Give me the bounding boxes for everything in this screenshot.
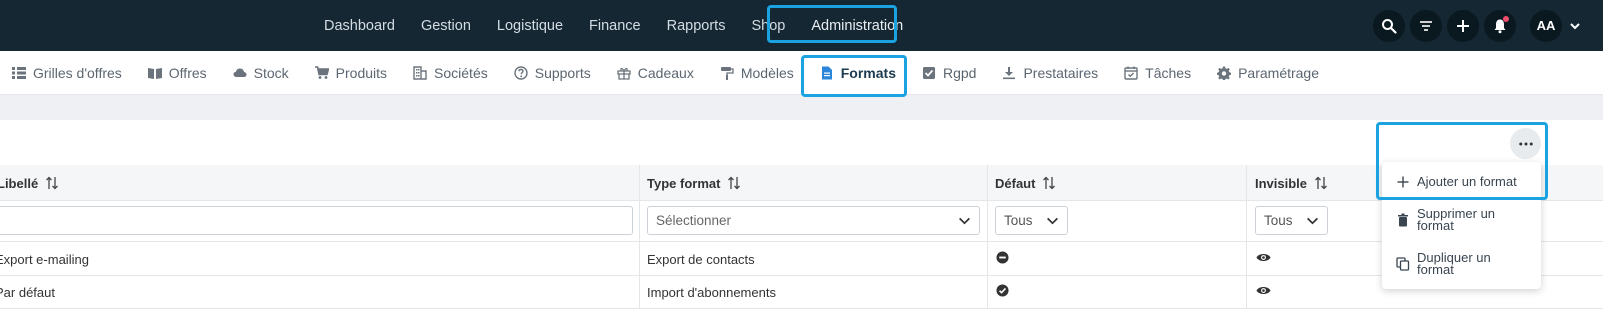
tab-cadeaux[interactable]: Cadeaux [617, 65, 694, 81]
sort-icon[interactable] [1042, 176, 1056, 190]
avatar[interactable]: AA [1530, 9, 1562, 42]
sort-icon[interactable] [45, 176, 59, 190]
cloud-icon [233, 68, 247, 77]
type-format-select[interactable]: Sélectionner [647, 206, 980, 235]
cell-libelle[interactable]: Export e-mailing [0, 252, 89, 267]
tab-label: Supports [534, 65, 591, 81]
sort-icon[interactable] [1314, 176, 1328, 190]
tab-label: Produits [335, 65, 388, 81]
column-header-invisible[interactable]: Invisible [1255, 165, 1328, 201]
tab-grilles-offres[interactable]: Grilles d'offres [12, 65, 122, 81]
cart-icon [314, 66, 329, 79]
gear-icon [1217, 66, 1232, 80]
top-actions: AA [1368, 0, 1603, 51]
plus-icon [1457, 19, 1469, 32]
calendar-check-icon [1124, 66, 1138, 80]
libelle-filter-input[interactable] [0, 206, 633, 235]
chevron-down-icon [959, 217, 970, 225]
tab-label: Rgpd [942, 65, 977, 81]
tab-prestataires[interactable]: Prestataires [1002, 65, 1098, 81]
filter-button[interactable] [1410, 9, 1442, 42]
tab-label: Modèles [740, 65, 794, 81]
tab-taches[interactable]: Tâches [1124, 65, 1191, 81]
building-icon [413, 66, 427, 80]
tab-stock[interactable]: Stock [233, 65, 289, 81]
tab-label: Sociétés [434, 65, 488, 81]
tab-offres[interactable]: Offres [147, 65, 207, 81]
tab-label: Paramétrage [1238, 65, 1320, 81]
column-header-libelle[interactable]: Libellé [0, 165, 59, 201]
column-divider [639, 165, 640, 309]
tab-label: Offres [168, 65, 207, 81]
nav-dashboard[interactable]: Dashboard [311, 18, 408, 34]
column-divider [987, 165, 988, 309]
add-button[interactable] [1447, 9, 1479, 42]
more-actions-highlight [1376, 122, 1548, 200]
tab-societes[interactable]: Sociétés [413, 65, 488, 81]
search-icon [1382, 18, 1397, 34]
cell-libelle[interactable]: Par défaut [0, 285, 55, 300]
row-divider [0, 308, 1603, 309]
delete-format-menu-item[interactable]: Supprimer un format [1382, 207, 1541, 233]
sort-icon[interactable] [727, 176, 741, 190]
eye-icon [1256, 253, 1271, 262]
check-square-icon [922, 67, 935, 79]
download-icon [1003, 67, 1016, 80]
trash-icon [1398, 213, 1408, 227]
defaut-select[interactable]: Tous [995, 206, 1068, 235]
tab-produits[interactable]: Produits [314, 65, 388, 81]
tab-label: Cadeaux [637, 65, 694, 81]
tab-supports[interactable]: Supports [514, 65, 591, 81]
table-header [0, 165, 1603, 201]
nav-rapports[interactable]: Rapports [654, 18, 739, 34]
grid-icon [12, 67, 26, 79]
cell-type-format: Export de contacts [647, 252, 755, 267]
search-button[interactable] [1373, 9, 1405, 42]
filter-icon [1420, 20, 1432, 31]
nav-finance[interactable]: Finance [576, 18, 654, 34]
chevron-down-icon [1307, 217, 1318, 225]
nav-logistique[interactable]: Logistique [484, 18, 576, 34]
notification-badge [1503, 15, 1509, 22]
notifications-button[interactable] [1484, 9, 1516, 42]
column-header-defaut[interactable]: Défaut [995, 165, 1056, 201]
tab-label: Prestataires [1023, 65, 1099, 81]
chevron-down-icon[interactable] [1569, 20, 1581, 32]
tab-modeles[interactable]: Modèles [720, 65, 794, 81]
duplicate-format-menu-item[interactable]: Dupliquer un format [1382, 251, 1541, 277]
invisible-select[interactable]: Tous [1255, 206, 1328, 235]
minus-circle-icon [996, 251, 1009, 264]
check-circle-icon [996, 284, 1009, 297]
help-circle-icon [514, 66, 528, 80]
subnav-items: Grilles d'offres Offres Stock Produits S… [12, 51, 1345, 95]
column-divider [1246, 165, 1247, 309]
tab-label: Stock [253, 65, 289, 81]
gift-icon [617, 67, 631, 80]
copy-icon [1396, 257, 1410, 271]
row-divider [0, 275, 1603, 276]
column-header-type-format[interactable]: Type format [647, 165, 741, 201]
tab-label: Tâches [1145, 65, 1192, 81]
nav-gestion[interactable]: Gestion [408, 18, 484, 34]
paint-roller-icon [720, 67, 734, 80]
tab-rgpd[interactable]: Rgpd [922, 65, 976, 81]
tab-parametrage[interactable]: Paramétrage [1217, 65, 1319, 81]
administration-highlight [767, 5, 897, 43]
cell-type-format: Import d'abonnements [647, 285, 776, 300]
row-divider [0, 241, 1603, 242]
book-icon [147, 68, 162, 79]
formats-highlight [801, 55, 907, 97]
tab-label: Grilles d'offres [33, 65, 122, 81]
chevron-down-icon [1047, 217, 1058, 225]
eye-icon [1256, 286, 1271, 295]
